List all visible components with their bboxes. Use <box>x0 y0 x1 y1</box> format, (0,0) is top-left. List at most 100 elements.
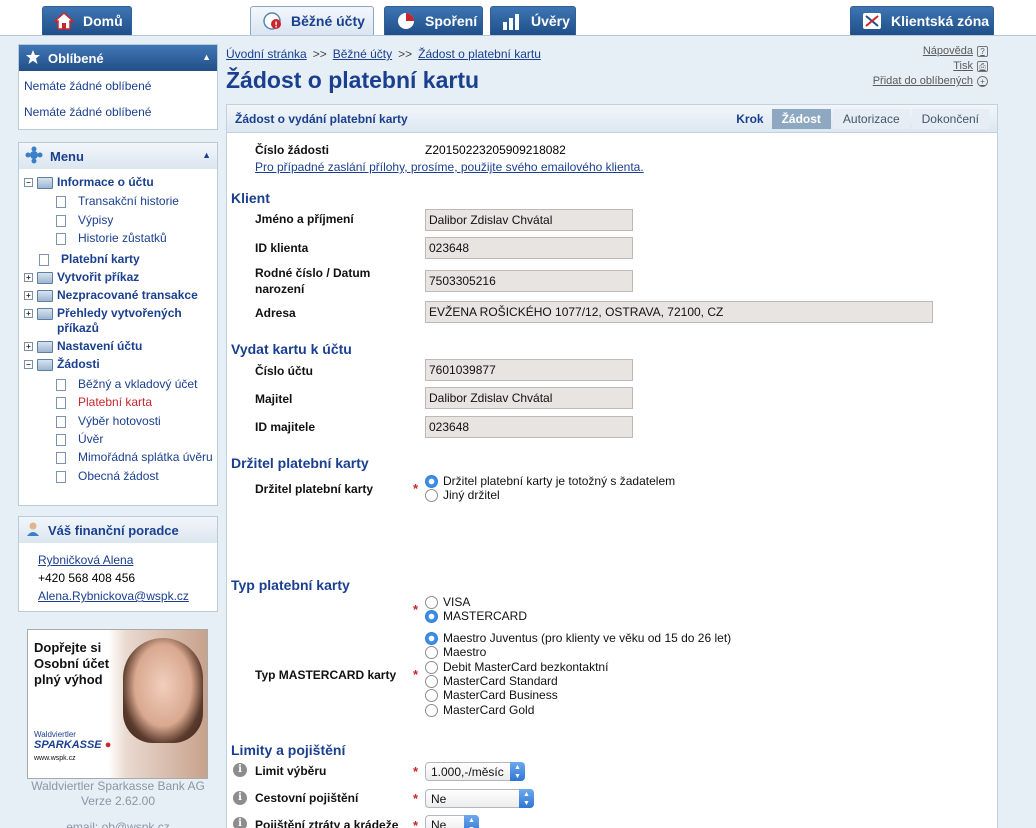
section-card-type: Typ platební karty <box>231 577 350 593</box>
menu-item-current-savings-account[interactable]: Běžný a vkladový účet <box>24 377 217 395</box>
owner-id-label: ID majitele <box>255 420 316 434</box>
favorites-header[interactable]: Oblíbené ▲ <box>19 45 217 71</box>
panel-header: Žádost o vydání platební karty Krok Žádo… <box>227 105 997 133</box>
menu-item-payment-cards[interactable]: Platební karty <box>24 252 217 270</box>
collapse-tree-icon[interactable]: – <box>24 360 33 369</box>
menu-item-balance-history[interactable]: Historie zůstatků <box>24 231 217 252</box>
house-icon <box>53 11 75 31</box>
step-completion: Dokončení <box>911 109 989 129</box>
folder-icon <box>37 308 53 320</box>
radio-unchecked-icon <box>425 595 438 609</box>
document-icon <box>56 379 66 391</box>
menu-item-general-request[interactable]: Obecná žádost <box>24 469 217 487</box>
breadcrumb: Úvodní stránka >> Běžné účty >> Žádost o pla… <box>226 47 541 61</box>
folder-open-icon <box>37 177 53 189</box>
favorites-box: Oblíbené ▲ Nemáte žádné oblíbené Nemáte … <box>18 44 218 130</box>
advisor-title: Váš finanční poradce <box>48 522 179 538</box>
document-icon <box>56 397 66 409</box>
advertisement-banner[interactable]: Dopřejte si Osobní účet plný výhod Waldv… <box>27 629 208 779</box>
breadcrumb-current-accounts[interactable]: Běžné účty <box>333 47 392 61</box>
expand-tree-icon[interactable]: + <box>24 309 33 318</box>
mc-standard-radio[interactable]: MasterCard Standard <box>425 674 558 688</box>
add-favorite-link[interactable]: Přidat do oblíbených + <box>873 74 988 89</box>
tab-home[interactable]: Domů <box>42 6 132 35</box>
folder-icon <box>37 290 53 302</box>
expand-tree-icon[interactable]: + <box>24 273 33 282</box>
print-link[interactable]: Tisk ⎙ <box>873 59 988 74</box>
menu-item-create-order[interactable]: + Vytvořit příkaz <box>24 270 217 288</box>
holder-other-radio[interactable]: Jiný držitel <box>425 488 500 502</box>
menu-item-account-settings[interactable]: + Nastavení účtu <box>24 339 217 357</box>
menu-item-payment-card[interactable]: Platební karta <box>24 395 217 414</box>
step-indicator: Krok Žádost Autorizace Dokončení <box>736 109 989 129</box>
mc-maestro-radio[interactable]: Maestro <box>425 645 486 659</box>
pie-chart-icon <box>395 11 417 31</box>
ad-headline: Dopřejte si Osobní účet plný výhod <box>34 640 110 687</box>
menu-title: Menu <box>50 148 84 164</box>
menu-item-loan[interactable]: Úvěr <box>24 432 217 450</box>
mc-gold-radio[interactable]: MasterCard Gold <box>425 703 534 717</box>
info-icon[interactable]: i <box>233 817 247 828</box>
collapse-tree-icon[interactable]: – <box>24 178 33 187</box>
mc-maestro-juventus-radio[interactable]: Maestro Juventus (pro klienty ve věku od… <box>425 631 731 645</box>
travel-insurance-select[interactable]: Ne ▲ ▼ <box>425 789 534 808</box>
type-visa-radio[interactable]: VISA <box>425 595 470 609</box>
tab-current-accounts[interactable]: ! Běžné účty <box>250 6 374 35</box>
required-marker: * <box>413 764 419 779</box>
loss-insurance-select[interactable]: Ne▲▼ <box>425 815 479 828</box>
name-label: Jméno a příjmení <box>255 212 354 226</box>
menu-item-unprocessed[interactable]: + Nezpracované transakce <box>24 288 217 306</box>
type-mastercard-radio[interactable]: MASTERCARD <box>425 609 527 623</box>
attachment-note-link[interactable]: Pro případné zaslání přílohy, prosíme, p… <box>255 160 644 174</box>
advisor-box: Váš finanční poradce Rybničková Alena +4… <box>18 516 218 612</box>
mc-business-radio[interactable]: MasterCard Business <box>425 688 558 702</box>
section-client: Klient <box>231 190 270 206</box>
required-marker: * <box>413 602 419 617</box>
collapse-icon[interactable]: ▲ <box>202 150 211 160</box>
breadcrumb-home[interactable]: Úvodní stránka <box>226 47 307 61</box>
ad-brand: SPARKASSE ● <box>34 739 112 751</box>
favorites-empty: Nemáte žádné oblíbené <box>24 79 152 93</box>
bar-chart-icon <box>501 11 523 31</box>
mc-debit-contactless-radio[interactable]: Debit MasterCard bezkontaktní <box>425 660 608 674</box>
collapse-icon[interactable]: ▲ <box>202 52 211 62</box>
ad-url: www.wspk.cz <box>34 755 76 762</box>
step-authorization: Autorizace <box>832 109 910 129</box>
expand-tree-icon[interactable]: + <box>24 342 33 351</box>
expand-tree-icon[interactable]: + <box>24 291 33 300</box>
advisor-email-link[interactable]: Alena.Rybnickova@wspk.cz <box>38 587 217 605</box>
menu-item-statements[interactable]: Výpisy <box>24 213 217 231</box>
document-icon <box>56 434 66 446</box>
info-icon[interactable]: i <box>233 791 247 805</box>
section-account: Vydat kartu k účtu <box>231 341 352 357</box>
tab-client-zone[interactable]: Klientská zóna <box>850 6 994 35</box>
holder-same-radio[interactable]: Držitel platební karty je totožný s žada… <box>425 474 675 488</box>
menu-tree: – Informace o účtu Transakční historie Vý… <box>19 169 217 491</box>
limit-select[interactable]: 1.000,-/měsíc ▲ ▼ <box>425 762 525 781</box>
breadcrumb-card-request[interactable]: Žádost o platební kartu <box>418 47 541 61</box>
select-arrows-icon: ▲▼ <box>519 789 534 808</box>
help-link[interactable]: Nápověda? <box>873 44 988 59</box>
required-marker: * <box>413 481 419 496</box>
menu-item-order-overviews[interactable]: + Přehledy vytvořených příkazů <box>24 306 217 339</box>
holder-label: Držitel platební karty <box>255 482 374 496</box>
menu-item-cash-withdrawal[interactable]: Výběr hotovosti <box>24 414 217 432</box>
ad-brand-small: Waldviertler <box>34 730 76 739</box>
tab-current-accounts-label: Běžné účty <box>291 13 365 29</box>
menu-header[interactable]: Menu ▲ <box>19 143 217 169</box>
menu-item-extra-repayment[interactable]: Mimořádná splátka úvěru <box>24 450 217 469</box>
menu-item-transaction-history[interactable]: Transakční historie <box>24 194 217 213</box>
menu-item-account-info[interactable]: – Informace o účtu <box>24 175 217 194</box>
radio-unchecked-icon <box>425 645 438 659</box>
required-marker: * <box>413 818 419 828</box>
tab-savings[interactable]: Spoření <box>384 6 483 35</box>
advisor-name-link[interactable]: Rybničková Alena <box>38 551 217 569</box>
radio-unchecked-icon <box>425 674 438 688</box>
owner-id-field: 023648 <box>425 416 633 438</box>
account-number-label: Číslo účtu <box>255 364 314 378</box>
document-icon <box>56 452 66 464</box>
step-request: Žádost <box>771 109 831 129</box>
menu-item-requests[interactable]: – Žádosti <box>24 357 217 377</box>
info-icon[interactable]: i <box>233 763 247 777</box>
tab-loans[interactable]: Úvěry <box>490 6 576 35</box>
